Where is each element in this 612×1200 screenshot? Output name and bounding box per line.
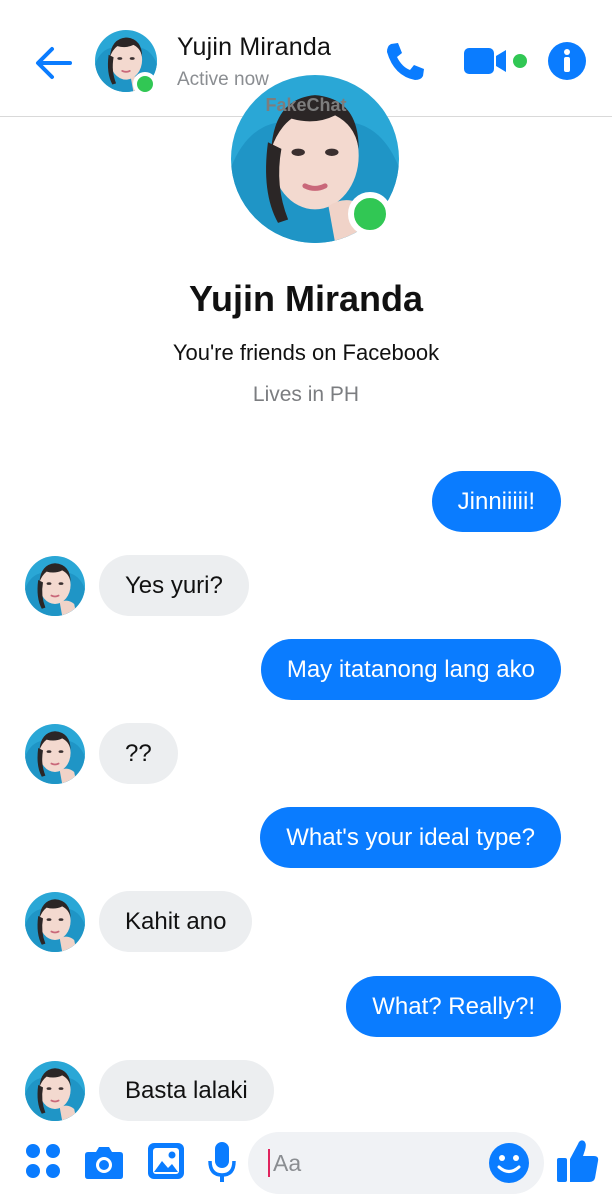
sender-avatar (25, 1061, 85, 1121)
incoming-message[interactable]: Kahit ano (99, 891, 253, 952)
gallery-icon[interactable] (147, 1142, 185, 1180)
microphone-icon[interactable] (207, 1140, 237, 1184)
menu-dots-icon[interactable] (24, 1142, 62, 1180)
watermark: FakeChat (265, 95, 347, 115)
message-composer: Aa (0, 1128, 612, 1200)
online-status-dot (133, 72, 157, 96)
back-arrow-icon[interactable] (30, 40, 76, 86)
emoji-icon[interactable] (488, 1142, 530, 1184)
text-cursor (268, 1149, 270, 1177)
header-avatar[interactable] (95, 30, 157, 96)
incoming-message[interactable]: ?? (99, 723, 178, 784)
sender-avatar (25, 724, 85, 784)
message-input[interactable]: Aa (248, 1132, 544, 1194)
friends-status: You're friends on Facebook (172, 340, 440, 365)
online-status-dot (348, 192, 392, 236)
outgoing-message[interactable]: Jinniiiii! (431, 471, 561, 532)
outgoing-message[interactable]: What's your ideal type? (260, 807, 561, 868)
thumbs-up-icon[interactable] (556, 1138, 600, 1184)
profile-name: Yujin Miranda (188, 278, 424, 319)
contact-name[interactable]: Yujin Miranda (177, 33, 331, 62)
sender-avatar (25, 892, 85, 952)
outgoing-message[interactable]: What? Really?! (346, 976, 561, 1037)
video-camera-icon[interactable] (461, 38, 531, 84)
outgoing-message[interactable]: May itatanong lang ako (260, 639, 561, 700)
message-input-placeholder: Aa (273, 1150, 302, 1176)
camera-icon[interactable] (84, 1144, 124, 1180)
location-info: Lives in PH (252, 383, 360, 406)
info-icon[interactable] (546, 38, 588, 84)
incoming-message[interactable]: Yes yuri? (99, 555, 249, 616)
sender-avatar (25, 556, 85, 616)
incoming-message[interactable]: Basta lalaki (99, 1060, 274, 1121)
